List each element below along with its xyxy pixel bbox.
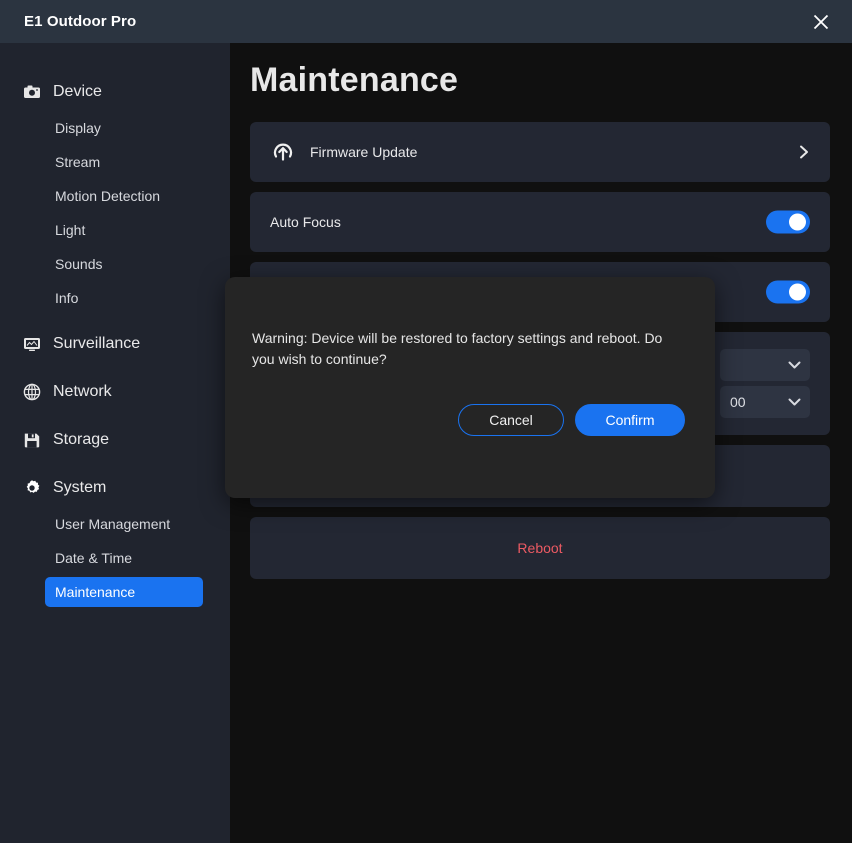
schedule-select-1[interactable]: [720, 349, 810, 381]
sidebar-subitem-label: Motion Detection: [55, 188, 161, 204]
sidebar-subitem-label: Date & Time: [55, 550, 133, 566]
reboot-button[interactable]: Reboot: [250, 517, 830, 579]
restore-confirm-dialog: Warning: Device will be restored to fact…: [225, 277, 715, 498]
app-window: E1 Outdoor Pro Device Display Stream Mot…: [0, 0, 852, 843]
cancel-button[interactable]: Cancel: [458, 404, 564, 436]
sidebar-subitem-label: Info: [55, 290, 79, 306]
sidebar-item-system[interactable]: System: [0, 471, 230, 505]
sidebar-item-label: Surveillance: [53, 335, 141, 352]
globe-icon: [22, 382, 42, 402]
monitor-icon: [22, 334, 42, 354]
confirm-label: Confirm: [605, 412, 655, 428]
sidebar-item-label: Network: [53, 383, 112, 400]
setting-toggle[interactable]: [766, 280, 810, 304]
sidebar-subitem-label: Sounds: [55, 256, 103, 272]
sidebar-item-light[interactable]: Light: [45, 215, 203, 245]
sidebar-subitem-label: Maintenance: [55, 584, 136, 600]
sidebar-item-storage[interactable]: Storage: [0, 423, 230, 457]
gear-icon: [22, 478, 42, 498]
title-bar: E1 Outdoor Pro: [0, 0, 852, 43]
toggle-knob: [789, 213, 806, 231]
firmware-update-label: Firmware Update: [310, 144, 418, 160]
schedule-select-2[interactable]: 00: [720, 386, 810, 418]
sidebar-subitem-label: Display: [55, 120, 101, 136]
firmware-upload-icon: [270, 139, 296, 165]
sidebar-item-user-management[interactable]: User Management: [45, 509, 203, 539]
reboot-label: Reboot: [517, 540, 563, 556]
sidebar-item-label: Device: [53, 83, 102, 100]
sidebar-item-device[interactable]: Device: [0, 75, 230, 109]
sidebar-item-label: Storage: [53, 431, 110, 448]
window-title: E1 Outdoor Pro: [24, 13, 137, 30]
sidebar-item-surveillance[interactable]: Surveillance: [0, 327, 230, 361]
page-title: Maintenance: [250, 61, 459, 99]
schedule-select-2-value: 00: [730, 394, 746, 410]
sidebar-item-maintenance[interactable]: Maintenance: [45, 577, 203, 607]
close-icon: [812, 13, 830, 31]
toggle-knob: [789, 283, 806, 301]
chevron-down-icon: [788, 361, 801, 370]
chevron-right-icon: [798, 145, 810, 159]
sidebar-subitem-label: User Management: [55, 516, 171, 532]
auto-focus-toggle[interactable]: [766, 210, 810, 234]
sidebar-item-label: System: [53, 479, 107, 496]
sidebar-item-network[interactable]: Network: [0, 375, 230, 409]
sidebar: Device Display Stream Motion Detection L…: [0, 43, 230, 843]
sidebar-item-motion-detection[interactable]: Motion Detection: [45, 181, 203, 211]
close-button[interactable]: [804, 5, 838, 39]
sidebar-item-sounds[interactable]: Sounds: [45, 249, 203, 279]
auto-focus-label: Auto Focus: [270, 214, 341, 230]
sidebar-item-info[interactable]: Info: [45, 283, 203, 313]
auto-focus-row: Auto Focus: [250, 192, 830, 252]
dialog-message: Warning: Device will be restored to fact…: [252, 330, 663, 367]
camera-icon: [22, 82, 42, 102]
chevron-down-icon: [788, 398, 801, 407]
cancel-label: Cancel: [489, 412, 533, 428]
sidebar-subitem-label: Light: [55, 222, 86, 238]
dialog-actions: Cancel Confirm: [458, 404, 685, 436]
sidebar-item-stream[interactable]: Stream: [45, 147, 203, 177]
sidebar-item-display[interactable]: Display: [45, 113, 203, 143]
confirm-button[interactable]: Confirm: [575, 404, 685, 436]
firmware-update-row[interactable]: Firmware Update: [250, 122, 830, 182]
sidebar-item-date-time[interactable]: Date & Time: [45, 543, 203, 573]
sidebar-subitem-label: Stream: [55, 154, 101, 170]
floppy-disk-icon: [22, 430, 42, 450]
